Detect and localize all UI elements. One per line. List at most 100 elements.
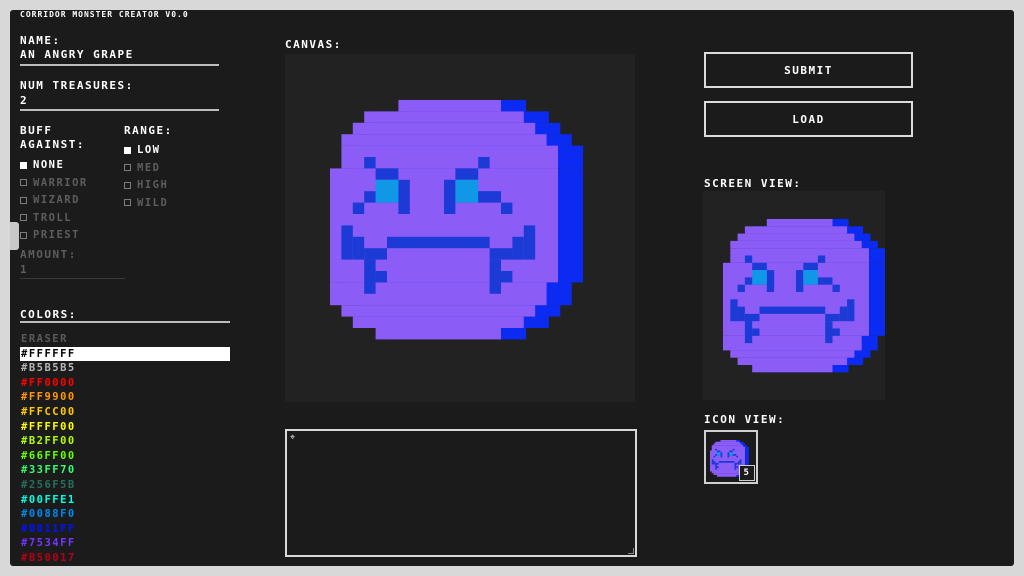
name-underline [20, 64, 219, 66]
treasures-input[interactable]: 2 [20, 94, 28, 107]
color-list: ERASER #FFFFFF #B5B5B5 #FF0000 #FF9900 #FFCC0… [20, 332, 230, 566]
icon-count-badge: 5 [739, 465, 755, 481]
icon-view-preview: 5 [704, 430, 758, 484]
buff-checkbox[interactable] [20, 231, 27, 239]
treasures-underline [20, 109, 219, 111]
monster-body [375, 328, 501, 340]
monster-body [713, 443, 742, 446]
name-label: NAME: [20, 34, 61, 47]
monster-eye [375, 179, 399, 203]
side-handle[interactable] [10, 222, 19, 250]
buff-option-none[interactable]: NONE [20, 159, 64, 171]
name-input[interactable]: AN ANGRY GRAPE [20, 48, 134, 61]
monster-body [752, 365, 833, 373]
range-option-label: HIGH [137, 179, 169, 191]
monster-sprite[interactable] [285, 54, 635, 402]
color-swatch-0088f0[interactable]: #0088F0 [20, 507, 230, 522]
colors-underline [20, 321, 230, 323]
buff-option-warrior[interactable]: WARRIOR [20, 177, 88, 189]
buff-checkbox[interactable] [20, 161, 27, 169]
range-checkbox[interactable] [124, 199, 131, 206]
amount-input[interactable]: 1 [20, 263, 28, 276]
monster-body [715, 441, 740, 444]
monster-body [352, 122, 536, 135]
load-button[interactable]: LOAD [704, 101, 913, 137]
monster-body [720, 440, 737, 442]
color-swatch-eraser[interactable]: ERASER [20, 332, 230, 347]
color-swatch-33ff70[interactable]: #33FF70 [20, 463, 230, 478]
buff-option-priest[interactable]: PRIEST [20, 229, 80, 241]
monster-body [723, 335, 862, 351]
monster-body [717, 475, 737, 477]
color-swatch-ff0000[interactable]: #FF0000 [20, 376, 230, 391]
color-swatch-b5b5b5[interactable]: #B5B5B5 [20, 361, 230, 376]
color-swatch-66ff00[interactable]: #66FF00 [20, 449, 230, 464]
color-swatch-b50017[interactable]: #B50017 [20, 551, 230, 566]
monster-eye [455, 179, 479, 203]
buff-option-label: PRIEST [33, 229, 80, 241]
buff-checkbox[interactable] [20, 196, 27, 204]
buff-checkbox[interactable] [20, 179, 27, 186]
text-area[interactable]: ⌖ [285, 429, 637, 557]
screen-view-label: SCREEN VIEW: [704, 177, 802, 190]
color-swatch-b2ff00[interactable]: #B2FF00 [20, 434, 230, 449]
buff-option-troll[interactable]: TROLL [20, 212, 72, 224]
monster-body [730, 350, 855, 358]
monster-body [730, 240, 862, 249]
range-option-label: WILD [137, 196, 169, 209]
monster-eye [729, 452, 733, 456]
monster-body [352, 316, 524, 328]
buff-option-label: WARRIOR [33, 176, 88, 189]
icon-view-label: ICON VIEW: [704, 413, 786, 426]
monster-eye [717, 452, 721, 456]
range-option-wild[interactable]: WILD [124, 197, 168, 209]
monster-eye [752, 270, 767, 285]
submit-button[interactable]: SUBMIT [704, 52, 913, 88]
range-option-high[interactable]: HIGH [124, 179, 168, 191]
monster-body [737, 233, 855, 241]
canvas-label: CANVAS: [285, 38, 342, 51]
resize-handle-icon[interactable] [628, 548, 634, 554]
text-cursor-icon: ⌖ [290, 433, 296, 443]
color-swatch-0011ff[interactable]: #0011FF [20, 522, 230, 537]
monster-eye [803, 270, 818, 285]
monster-preview [723, 219, 886, 373]
color-swatch-ffff00[interactable]: #FFFF00 [20, 420, 230, 435]
buff-option-wizard[interactable]: WIZARD [20, 194, 80, 206]
range-checkbox[interactable] [124, 146, 131, 154]
monster-body [711, 445, 744, 447]
amount-label: AMOUNT: [20, 248, 77, 261]
monster-body [364, 111, 524, 123]
monster-body [744, 226, 848, 234]
drawing-canvas[interactable] [285, 54, 635, 402]
buff-checkbox[interactable] [20, 214, 27, 221]
color-swatch-256f5b[interactable]: #256F5B [20, 478, 230, 493]
monster-body [341, 305, 536, 317]
buff-option-label: TROLL [33, 211, 73, 224]
buff-option-label: NONE [33, 159, 65, 171]
range-label: RANGE: [124, 124, 173, 137]
treasures-label: NUM TREASURES: [20, 79, 134, 92]
range-option-label: MED [137, 161, 161, 174]
buff-label-line2: AGAINST: [20, 138, 85, 151]
range-option-label: LOW [137, 144, 161, 156]
color-swatch-7534ff[interactable]: #7534FF [20, 536, 230, 551]
range-checkbox[interactable] [124, 164, 131, 171]
screen-view-preview [703, 191, 886, 400]
buff-label-line1: BUFF [20, 124, 53, 137]
color-swatch-ffcc00[interactable]: #FFCC00 [20, 405, 230, 420]
app-title: CORRIDOR MONSTER CREATOR V0.0 [20, 10, 189, 19]
monster-body [330, 282, 547, 306]
monster-body [398, 100, 501, 112]
app-window: CORRIDOR MONSTER CREATOR V0.0 NAME: AN A… [10, 10, 1014, 566]
color-swatch-ffffff[interactable]: #FFFFFF [20, 346, 230, 362]
monster-body [737, 357, 848, 365]
color-swatch-ff9900[interactable]: #FF9900 [20, 390, 230, 405]
range-option-low[interactable]: LOW [124, 144, 160, 156]
range-checkbox[interactable] [124, 181, 131, 189]
monster-body [766, 219, 833, 227]
colors-label: COLORS: [20, 308, 77, 321]
range-option-med[interactable]: MED [124, 162, 160, 174]
amount-underline [20, 278, 125, 279]
color-swatch-00ffe1[interactable]: #00FFE1 [20, 493, 230, 508]
